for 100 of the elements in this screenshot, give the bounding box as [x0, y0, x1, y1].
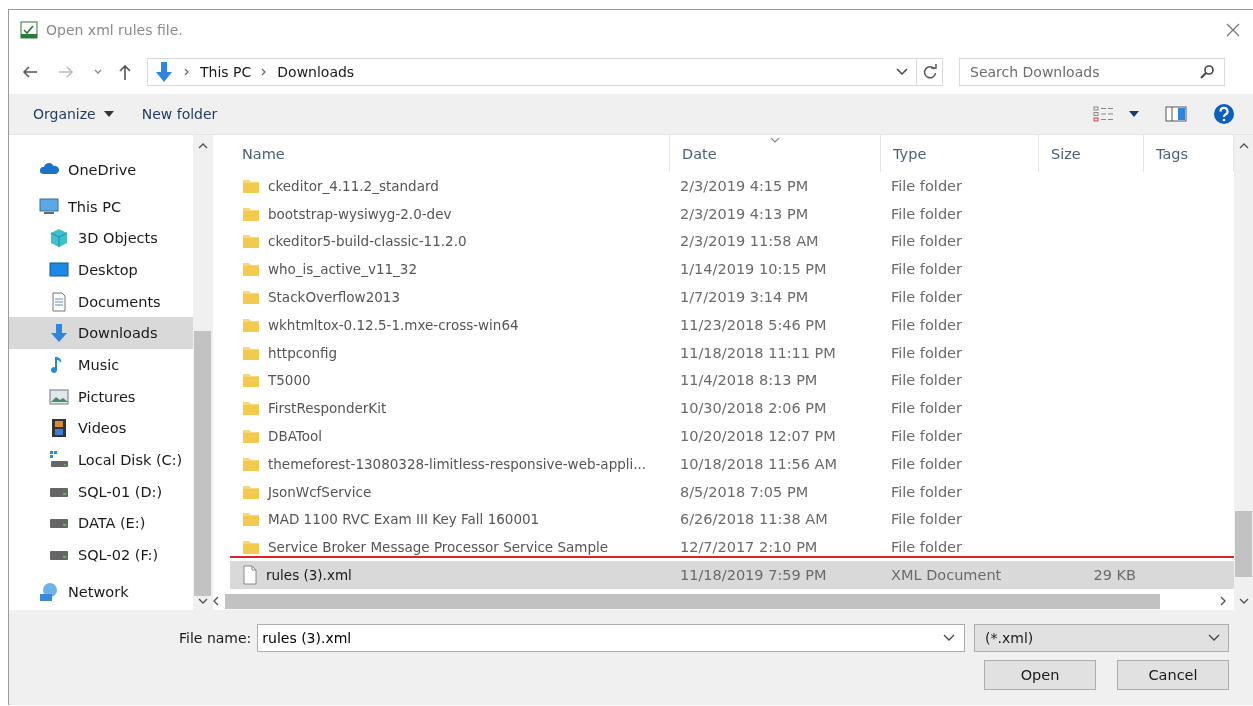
sidebar-item[interactable]: Music: [9, 349, 193, 381]
caret-icon: [103, 111, 114, 117]
desktop-icon: [49, 259, 69, 280]
type-cell-text: File folder: [890, 483, 963, 500]
file-row[interactable]: httpconfig 11/18/2018 11:11 PM File folder: [230, 338, 1234, 367]
folder-icon: [242, 232, 260, 251]
sidebar-item[interactable]: Pictures: [9, 380, 193, 413]
column-header[interactable]: Date: [670, 135, 881, 172]
column-header[interactable]: Type: [881, 135, 1039, 172]
folder-icon: [242, 288, 260, 307]
type-cell-text: File folder: [890, 511, 963, 528]
file-icon: [242, 565, 258, 586]
date-cell-text: 11/23/2018 5:46 PM: [679, 316, 828, 333]
scrollbar[interactable]: [193, 135, 212, 610]
folder-icon: [242, 399, 260, 418]
folder-icon: [242, 371, 260, 390]
file-row[interactable]: ckeditor_4.11.2_standard 2/3/2019 4:15 PM File folder: [230, 172, 1234, 200]
file-row[interactable]: DBATool 10/20/2018 12:07 PM File folder: [230, 422, 1234, 450]
address-bar[interactable]: This PC Downloads: [147, 58, 917, 86]
file-row[interactable]: who_is_active_v11_32 1/14/2019 10:15 PM File folder: [230, 255, 1234, 284]
scroll-right-icon: [1220, 596, 1226, 606]
organize-button[interactable]: Organize: [19, 102, 128, 126]
scrollbar-thumb[interactable]: [1235, 510, 1252, 577]
type-cell-text: File folder: [890, 261, 963, 278]
app-icon: [20, 21, 38, 39]
scrollbar[interactable]: [1234, 135, 1253, 610]
type-cell-text: File folder: [890, 205, 963, 222]
chevron-down-icon: [1208, 634, 1220, 642]
search-icon[interactable]: [1199, 64, 1215, 80]
type-cell-text: File folder: [890, 428, 963, 445]
type-cell-text: File folder: [890, 177, 963, 194]
date-cell-text: 11/18/2018 11:11 PM: [679, 344, 837, 361]
date-cell-text: 1/14/2019 10:15 PM: [679, 261, 828, 278]
date-cell-text: 10/30/2018 2:06 PM: [679, 400, 828, 417]
scroll-up-icon: [197, 143, 208, 149]
scroll-down-icon: [1238, 598, 1249, 604]
type-cell-text: File folder: [890, 316, 963, 333]
column-header[interactable]: Size: [1039, 135, 1144, 172]
file-type-dropdown[interactable]: (*.xml): [974, 624, 1229, 652]
file-name-field[interactable]: rules (3).xml: [257, 624, 966, 652]
date-cell-text: 2/3/2019 4:13 PM: [679, 205, 810, 222]
file-row[interactable]: themeforest-13080328-limitless-responsive-web-appli... 10/18/2018 11:56 AM File folder: [230, 449, 1234, 478]
chevron-down-icon[interactable]: [896, 68, 908, 76]
scrollbar-thumb[interactable]: [194, 331, 211, 596]
sidebar-item[interactable]: This PC: [9, 190, 193, 223]
type-cell-text: File folder: [890, 455, 963, 472]
sidebar-item[interactable]: Videos: [9, 412, 193, 445]
scroll-up-icon: [1238, 143, 1249, 149]
scrollbar-thumb[interactable]: [225, 593, 1160, 609]
date-cell-text: 2/3/2019 11:58 AM: [679, 233, 820, 250]
close-icon[interactable]: [1225, 22, 1241, 38]
column-header[interactable]: Name: [230, 135, 670, 172]
sidebar-item[interactable]: Desktop: [9, 254, 193, 286]
date-cell-text: 6/26/2018 11:38 AM: [679, 511, 829, 528]
caret-icon[interactable]: [1129, 111, 1139, 117]
sidebar-item[interactable]: Documents: [9, 285, 193, 318]
file-name: Service Broker Message Processor Service Sample: [268, 539, 609, 556]
sidebar-item[interactable]: SQL-02 (F:): [9, 539, 193, 571]
search-field[interactable]: Search Downloads: [959, 58, 1225, 86]
file-row[interactable]: FirstResponderKit 10/30/2018 2:06 PM File folder: [230, 394, 1234, 423]
new-folder-button[interactable]: New folder: [127, 102, 232, 126]
date-cell-text: 12/7/2017 2:10 PM: [679, 539, 819, 556]
type-cell-text: File folder: [890, 233, 963, 250]
sidebar-item[interactable]: SQL-01 (D:): [9, 475, 193, 508]
breadcrumb[interactable]: This PC: [200, 64, 252, 80]
date-cell-text: 8/5/2018 7:05 PM: [679, 483, 810, 500]
preview-pane-icon[interactable]: [1165, 106, 1187, 122]
help-icon[interactable]: [1213, 103, 1235, 125]
file-name: bootstrap-wysiwyg-2.0-dev: [268, 205, 452, 222]
up-arrow-icon[interactable]: [117, 63, 133, 81]
videos-icon: [49, 418, 69, 439]
file-row[interactable]: MAD 1100 RVC Exam III Key Fall 160001 6/26/2018 11:38 AM File folder: [230, 505, 1234, 534]
file-name: T5000: [268, 372, 311, 389]
size-cell-text: 29 KB: [1092, 567, 1137, 584]
folder-icon: [242, 260, 260, 279]
date-cell-text: 11/18/2019 7:59 PM: [679, 567, 828, 584]
file-row[interactable]: StackOverflow2013 1/7/2019 3:14 PM File folder: [230, 283, 1234, 311]
file-row[interactable]: ckeditor5-build-classic-11.2.0 2/3/2019 11:58 AM File folder: [230, 227, 1234, 256]
chevron-down-icon[interactable]: [943, 634, 956, 642]
file-name: MAD 1100 RVC Exam III Key Fall 160001: [268, 511, 540, 528]
file-row[interactable]: wkhtmltox-0.12.5-1.mxe-cross-win64 11/23/2018 5:46 PM File folder: [230, 311, 1234, 339]
sidebar-item[interactable]: Local Disk (C:): [9, 444, 193, 476]
sidebar-item[interactable]: Downloads: [9, 317, 193, 350]
sidebar-item[interactable]: OneDrive: [9, 154, 193, 186]
sidebar-item[interactable]: Network: [9, 575, 193, 608]
refresh-icon[interactable]: [921, 64, 938, 80]
file-row[interactable]: bootstrap-wysiwyg-2.0-dev 2/3/2019 4:13 PM File folder: [230, 199, 1234, 228]
breadcrumb-chevron-icon: [261, 68, 268, 76]
cancel-button[interactable]: Cancel: [1117, 660, 1229, 690]
file-row[interactable]: T5000 11/4/2018 8:13 PM File folder: [230, 366, 1234, 395]
sidebar-item[interactable]: 3D Objects: [9, 222, 193, 255]
file-row[interactable]: JsonWcfService 8/5/2018 7:05 PM File folder: [230, 477, 1234, 506]
document-icon: [49, 291, 69, 312]
sidebar-item[interactable]: DATA (E:): [9, 507, 193, 540]
file-row[interactable]: Service Broker Message Processor Service Sample 12/7/2017 2:10 PM File folder: [230, 533, 1234, 562]
type-cell-text: File folder: [890, 344, 963, 361]
breadcrumb[interactable]: Downloads: [277, 64, 355, 80]
back-arrow-icon[interactable]: [21, 64, 39, 80]
download-arrow-icon: [154, 61, 174, 83]
open-button[interactable]: Open: [984, 660, 1096, 690]
